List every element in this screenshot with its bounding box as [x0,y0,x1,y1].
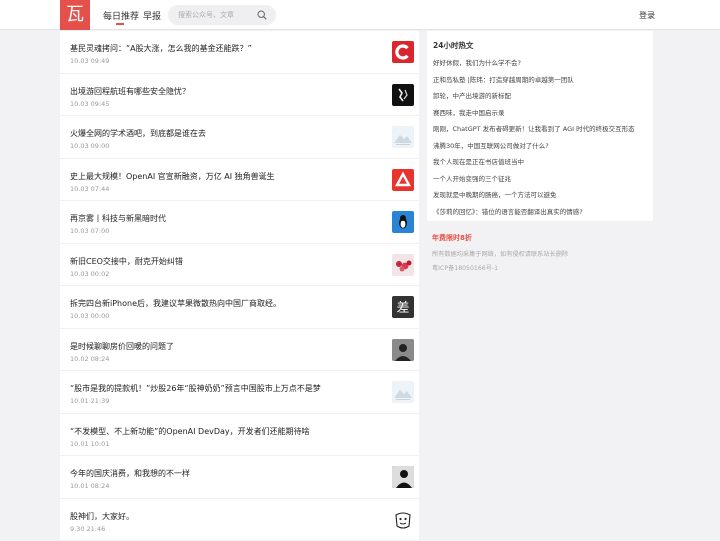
article-time: 10.03 09:00 [70,142,109,150]
article-title[interactable]: 股神们，大家好。 [70,511,134,522]
article-title[interactable]: “股市是我的提款机！”炒股26年“股神奶奶”预言中国股市上万点不是梦 [70,383,321,394]
feed-item[interactable]: 基民灵魂拷问：“A股大涨，怎么我的基金还能跌？” 10.03 09:49 [60,31,419,74]
article-time: 10.02 08:24 [70,355,109,363]
hot-article-link[interactable]: 刚刚，ChatGPT 发布者碍更新！让我看到了 AGI 时代的终极交互形态 [433,123,635,133]
site-logo[interactable]: 瓦 [60,0,90,30]
disclaimer-text: 所有数据均采集于网络，如有侵权请联系站长删除 [432,249,568,258]
landscape-placeholder[interactable] [392,126,414,148]
article-title[interactable]: 再京雾丨科技与新黑暗时代 [70,213,166,224]
feed-item[interactable]: “不发模型、不上新功能”的OpenAI DevDay，开发者们还能期待啥 10.… [60,414,419,457]
article-time: 9.30 21:46 [70,525,105,533]
feed-item[interactable]: 再京雾丨科技与新黑暗时代 10.03 07:00 [60,201,419,244]
feed-item[interactable]: “股市是我的提款机！”炒股26年“股神奶奶”预言中国股市上万点不是梦 10.01… [60,371,419,414]
article-time: 10.01 10:01 [70,440,109,448]
nav-active-indicator [116,23,124,25]
article-time: 10.03 00:02 [70,270,109,278]
cartoon-face-avatar[interactable] [392,509,414,531]
article-time: 10.01 08:24 [70,482,109,490]
hot-article-link[interactable]: 赛西味，我走中国启示录 [433,107,505,117]
hot-article-link[interactable]: 卸轮，中产出境游的新标配 [433,90,511,100]
hot-article-link[interactable]: 好好休假，我们为什么学不会? [433,57,521,67]
feed-item[interactable]: 火爆全网的学术酒吧，到底都是谁在去 10.03 09:00 [60,116,419,159]
article-title[interactable]: 是时候聊聊房价回暖的问题了 [70,341,174,352]
nav-daily-recommend[interactable]: 每日推荐 [103,9,139,22]
top-header: 瓦 每日推荐 早报 登录 [0,0,720,30]
login-link[interactable]: 登录 [639,10,655,21]
bw-portrait-thumbnail[interactable] [392,466,414,488]
hot-article-link[interactable]: 发现就是中晚期的肠癌，一个方法可以避免 [433,189,557,199]
landscape-placeholder[interactable] [392,381,414,403]
article-time: 10.03 09:45 [70,100,109,108]
hot-article-link[interactable]: 正和岛私塾 |陈玮：打造穿越周期的卓越第一团队 [433,74,574,84]
cha-logo[interactable]: 差 [392,296,414,318]
search-icon[interactable] [257,10,267,20]
feed-item[interactable]: 拆完四台新iPhone后，我建议苹果微散热向中国厂商取经。 10.03 00:0… [60,286,419,329]
article-title[interactable]: “不发模型、不上新功能”的OpenAI DevDay，开发者们还能期待啥 [70,426,310,437]
article-time: 10.01 21:39 [70,397,109,405]
article-time: 10.03 07:00 [70,227,109,235]
hot-article-link[interactable]: 《莎莉的回忆》：错位的语言能否翻译出真实的情感? [433,206,583,216]
article-time: 10.03 00:00 [70,312,109,320]
red-triangle-logo[interactable] [392,169,414,191]
hot-article-link[interactable]: 我个人现在是正在书店值班当中 [433,156,524,166]
c-logo-icon[interactable] [392,41,414,63]
nav-daily-label: 每日推荐 [103,12,139,22]
article-title[interactable]: 今年的国庆消费，和我想的不一样 [70,468,190,479]
article-time: 10.03 07:44 [70,185,109,193]
feed-item[interactable]: 股神们，大家好。 9.30 21:46 [60,499,419,541]
article-title[interactable]: 拆完四台新iPhone后，我建议苹果微散热向中国厂商取经。 [70,298,281,309]
portrait-thumbnail[interactable] [392,339,414,361]
feed-item[interactable]: 史上最大规模！OpenAI 官宣新融资，万亿 AI 独角兽诞生 10.03 07… [60,159,419,202]
annual-discount-link[interactable]: 年费限时8折 [432,233,472,243]
article-title[interactable]: 火爆全网的学术酒吧，到底都是谁在去 [70,128,206,139]
hot-articles-panel: 24小时热文 好好休假，我们为什么学不会? 正和岛私塾 |陈玮：打造穿越周期的卓… [427,31,653,221]
article-title[interactable]: 史上最大规模！OpenAI 官宣新融资，万亿 AI 独角兽诞生 [70,171,275,182]
article-title[interactable]: 基民灵魂拷问：“A股大涨，怎么我的基金还能跌？” [70,43,252,54]
nav-morning-news[interactable]: 早报 [143,9,161,22]
penguin-avatar[interactable] [392,211,414,233]
calligraphy-avatar[interactable] [392,84,414,106]
search-input[interactable] [178,9,256,21]
hot-articles-title: 24小时热文 [433,40,473,51]
article-title[interactable]: 出境游回程航班有哪些安全隐忧？ [70,86,190,97]
article-time: 10.03 09:49 [70,57,109,65]
hot-article-link[interactable]: 沸腾30年，中国互联网公司做对了什么? [433,140,549,150]
svg-text:差: 差 [396,301,409,316]
icp-link[interactable]: 粤ICP备18050166号-1 [432,263,498,272]
article-feed: 基民灵魂拷问：“A股大涨，怎么我的基金还能跌？” 10.03 09:49 出境游… [60,31,419,540]
hot-article-link[interactable]: 一个人开始变强的三个征兆 [433,173,511,183]
feed-item[interactable]: 今年的国庆消费，和我想的不一样 10.01 08:24 [60,456,419,499]
roses-thumbnail[interactable] [392,254,414,276]
search-box [168,5,276,25]
article-title[interactable]: 新旧CEO交接中，耐克开始纠错 [70,256,183,267]
feed-item[interactable]: 出境游回程航班有哪些安全隐忧？ 10.03 09:45 [60,74,419,117]
feed-item[interactable]: 是时候聊聊房价回暖的问题了 10.02 08:24 [60,329,419,372]
feed-item[interactable]: 新旧CEO交接中，耐克开始纠错 10.03 00:02 [60,244,419,287]
